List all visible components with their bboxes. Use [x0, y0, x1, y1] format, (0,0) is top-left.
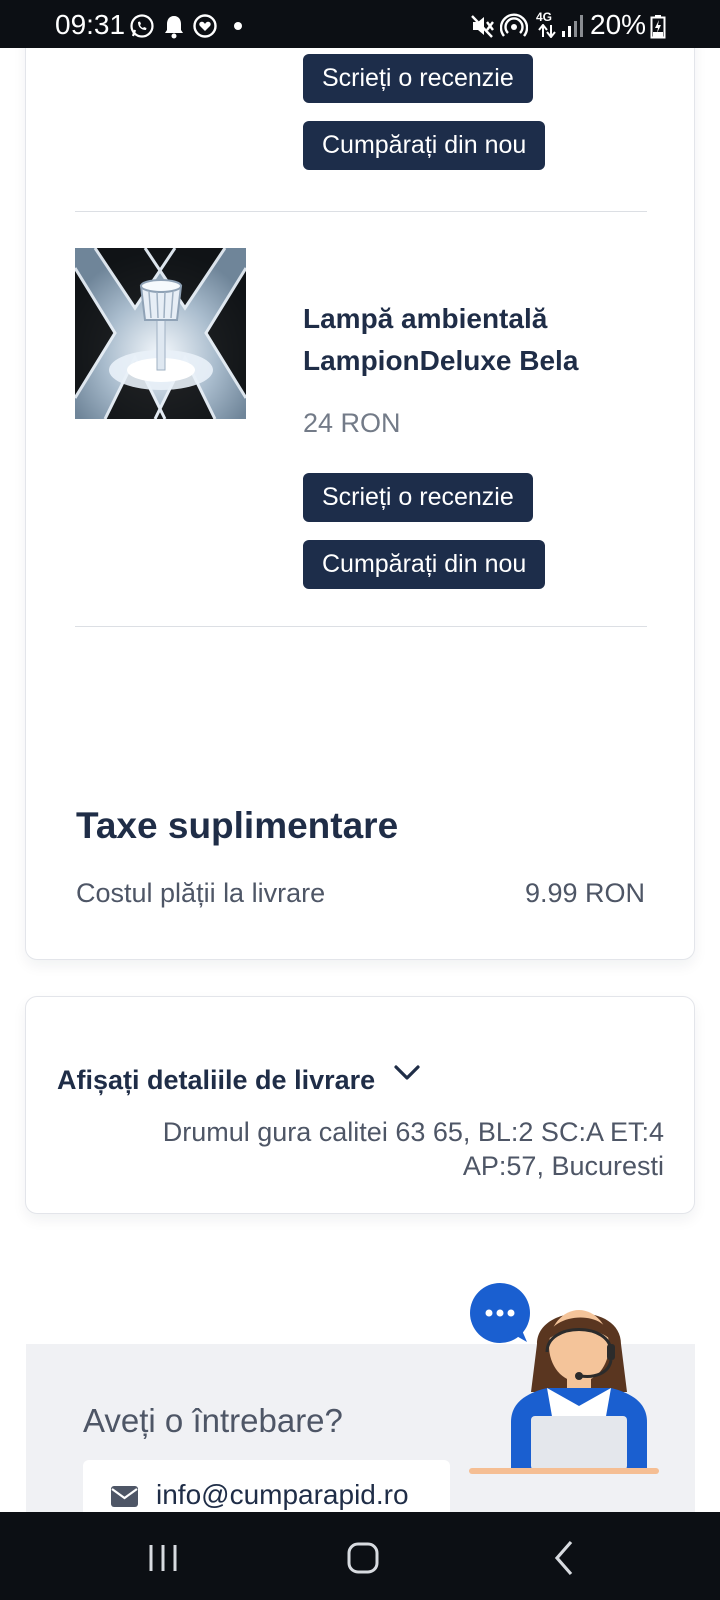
help-title: Aveți o întrebare?: [83, 1402, 343, 1439]
heart-monitor-icon: [193, 14, 217, 38]
divider: [75, 626, 647, 627]
write-review-button[interactable]: Scrieți o recenzie: [303, 54, 533, 103]
navigation-bar: [0, 1512, 720, 1600]
battery-percent: 20%: [590, 9, 647, 40]
home-icon[interactable]: [343, 1538, 383, 1578]
status-time: 09:31: [55, 9, 126, 40]
battery-icon: [650, 15, 666, 39]
bell-icon: [165, 16, 183, 39]
support-agent-illustration: [469, 1283, 659, 1474]
mute-icon: [471, 15, 494, 38]
status-bar: 09:31 4G 20%: [0, 0, 720, 48]
email-link[interactable]: info@cumparapid.ro: [156, 1479, 409, 1511]
product-name[interactable]: Lampă ambientală LampionDeluxe Bela: [303, 298, 643, 382]
write-review-button[interactable]: Scrieți o recenzie: [303, 473, 533, 522]
network-label: 4G: [536, 10, 553, 24]
delivery-details-toggle[interactable]: Afișați detaliile de livrare: [57, 1065, 375, 1096]
email-contact[interactable]: info@cumparapid.ro: [83, 1460, 450, 1520]
fees-title: Taxe suplimentare: [76, 805, 399, 846]
product-image[interactable]: [75, 248, 246, 419]
buy-again-button[interactable]: Cumpărați din nou: [303, 121, 546, 170]
laptop-icon: [531, 1416, 627, 1470]
product-price: 24 RON: [303, 408, 401, 438]
delivery-details-card: Afișați detaliile de livrare Drumul gura…: [25, 996, 695, 1214]
recent-apps-icon[interactable]: [143, 1538, 183, 1578]
divider: [75, 211, 647, 212]
whatsapp-icon: [130, 14, 154, 38]
4g-icon: 4G: [536, 11, 558, 39]
fee-value: 9.99 RON: [524, 878, 645, 908]
chevron-down-icon[interactable]: [393, 1063, 421, 1083]
delivery-address: Drumul gura calitei 63 65, BL:2 SC:A ET:…: [162, 1117, 664, 1181]
dot-icon: [234, 22, 242, 30]
fee-label: Costul plății la livrare: [76, 878, 326, 908]
buy-again-button[interactable]: Cumpărați din nou: [303, 540, 546, 589]
envelope-icon: [111, 1486, 138, 1507]
hotspot-icon: [500, 13, 528, 37]
signal-icon: [562, 15, 583, 37]
lamp-photo: [75, 248, 246, 419]
order-details-card: Scrieți o recenzie Cumpărați din nou Lam…: [25, 20, 695, 960]
back-icon[interactable]: [545, 1538, 585, 1578]
screen: 09:31 4G 20% Scrieți o recenzie Cumpăraț…: [0, 0, 720, 1600]
